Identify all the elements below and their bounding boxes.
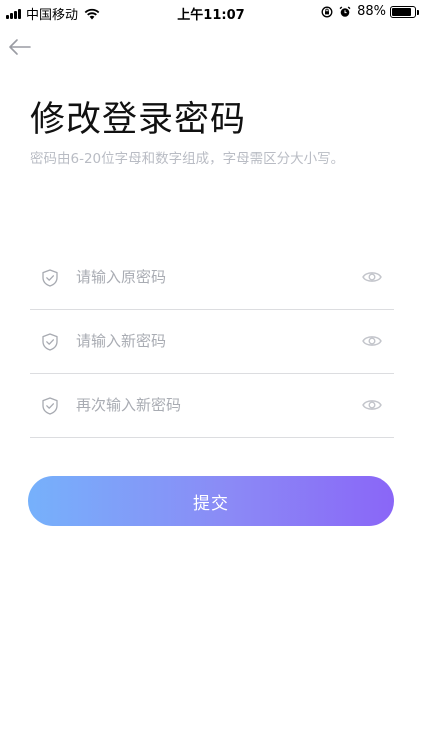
shield-icon — [42, 333, 58, 351]
shield-icon — [42, 269, 58, 287]
back-arrow-icon[interactable] — [6, 36, 34, 58]
password-rule-hint: 密码由6-20位字母和数字组成，字母需区分大小写。 — [30, 151, 345, 167]
page-title: 修改登录密码 — [30, 100, 247, 140]
new-password-input[interactable] — [76, 324, 336, 358]
battery-fill — [392, 7, 412, 16]
battery-icon — [390, 5, 419, 18]
alarm-icon — [339, 5, 351, 17]
eye-icon[interactable] — [362, 333, 382, 349]
old-password-field — [30, 246, 394, 310]
new-password-field — [30, 310, 394, 374]
eye-icon[interactable] — [362, 397, 382, 413]
change-password-screen: 中国移动 上午11:07 88% 修改登录密码 密码由6-20位字母和数字组成，… — [0, 0, 422, 750]
status-bar: 中国移动 上午11:07 88% — [0, 0, 422, 24]
shield-icon — [42, 397, 58, 415]
battery-percent: 88% — [357, 4, 386, 19]
eye-icon[interactable] — [362, 269, 382, 285]
confirm-password-input[interactable] — [76, 388, 336, 422]
old-password-input[interactable] — [76, 260, 336, 294]
confirm-password-field — [30, 374, 394, 438]
submit-button[interactable]: 提交 — [28, 476, 394, 526]
rotation-lock-icon — [321, 6, 333, 17]
status-right: 88% — [321, 4, 419, 19]
